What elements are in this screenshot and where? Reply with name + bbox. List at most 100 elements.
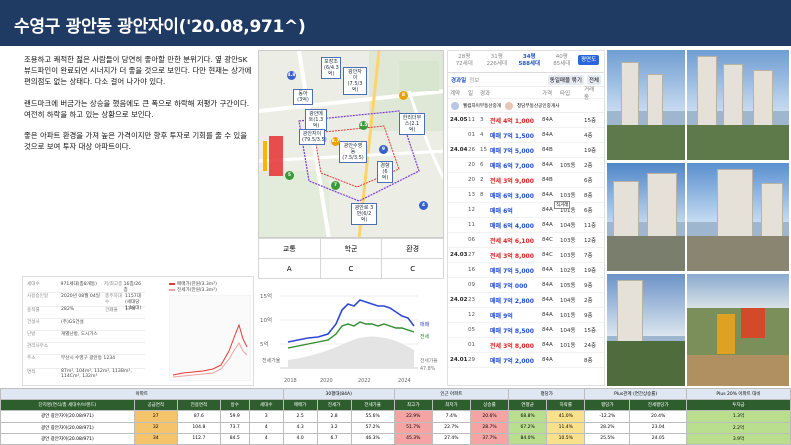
transaction-row[interactable]: 01 4 매매 7억 1,500 84A 4층 [448, 128, 604, 143]
column-header: 연평균 [508, 399, 548, 412]
transaction-row[interactable]: 24.03 27 전세 3억 8,000 84C 103동 7층 [448, 248, 604, 263]
map-pin-4[interactable]: 광안메트(1.3억) [305, 109, 327, 131]
area-tab-31[interactable]: 31평 226세대 [481, 51, 514, 72]
transaction-row[interactable]: 06 전세 4억 6,100 84C 103동 12층 [448, 233, 604, 248]
transaction-row[interactable]: 13 8 매매 6억 3,000 84A 103동 8층 [448, 188, 604, 203]
transaction-row[interactable]: 24.02 23 매매 7억 2,800 84A 104동 2층 [448, 293, 604, 308]
transaction-row[interactable]: 16 매매 7억 5,000 84A 102동 19층 [448, 263, 604, 278]
table-cell: 1.3억 [685, 410, 791, 423]
transaction-price: 전세 4억 6,100 [490, 237, 534, 245]
table-cell: 104.8 [176, 421, 221, 434]
transaction-floor: 15층 [584, 118, 597, 124]
map-marker[interactable]: 4.5 [359, 121, 368, 130]
transaction-day: 23 [468, 297, 475, 303]
table-cell: 6.7 [316, 432, 352, 445]
map-panel[interactable]: 포장조(6/4.3억) 광안자이(7.5/3억) 동아(3억) 광안메트(1.3… [258, 50, 444, 238]
map-marker[interactable]: 4 [419, 201, 428, 210]
transaction-row[interactable]: 09 매매 7억 000 84A 105동 9층 [448, 278, 604, 293]
transaction-day: 12 [468, 207, 475, 213]
floor-plan-button[interactable]: 평면도 [578, 55, 600, 65]
column-header: 단지명(연식/총 세대수/브랜드) [0, 399, 135, 412]
table-cell: 45.3% [393, 432, 433, 445]
mini-price-chart-plot [168, 294, 252, 382]
table-cell: 4 [248, 432, 284, 445]
ratio-value: 47.8% [420, 366, 436, 372]
map-marker[interactable]: 8 [399, 91, 408, 100]
transaction-building: 104동 [560, 328, 576, 334]
map-pin-2[interactable]: 광안자이(7.5/3억) [343, 67, 367, 95]
column-header-row: 단지명(연식/총 세대수/브랜드) 공급면적 전용면적 방수 세대수 매매가 전세가 전세가율… [0, 399, 791, 412]
transaction-elapsed: 4 [480, 132, 484, 138]
table-cell: 20.4% [629, 410, 687, 423]
transaction-type: 84A [542, 117, 553, 123]
transaction-type: 84C [542, 252, 553, 258]
transaction-row[interactable]: 05 매매 7억 8,500 84A 104동 15층 [448, 323, 604, 338]
transaction-price: 전세 4억 1,000 [490, 117, 534, 125]
transaction-type: 84B [542, 147, 553, 153]
transaction-row[interactable]: 11 매매 6억 4,000 84A 104동 11층 [448, 218, 604, 233]
transaction-row[interactable]: 12 매매 6억 84A 101동 6층 직거래 [448, 201, 604, 218]
filter-all-button[interactable]: 전체 [586, 74, 601, 85]
page-title: 수영구 광안동 광안자이('20.08,971^) [14, 17, 306, 37]
table-cell: 2.8 [316, 410, 352, 423]
area-tab-40[interactable]: 40평 85세대 [546, 51, 579, 72]
map-pin-5[interactable]: 광안자이(79.5/3.5) [299, 129, 327, 145]
transaction-type: 84A [542, 342, 553, 348]
transaction-building: 103동 [560, 238, 576, 244]
mini-price-chart: 매매가(만원/3.3m²) 전세가(만원/3.3m²) [168, 281, 252, 382]
table-cell: 3.2 [316, 421, 352, 434]
transaction-month: 24.01 [450, 357, 468, 363]
transaction-building: 104동 [560, 298, 576, 304]
table-cell: 2.5 [282, 410, 318, 423]
table-cell: 84.5 [219, 432, 250, 445]
transaction-price: 전세 3억 8,000 [490, 342, 534, 350]
table-row: 광안 광안자이(20.08/971) 27 87.6 59.9 3 2.5 2.8 55.6%… [0, 410, 791, 423]
map-marker[interactable]: 4.8 [287, 71, 296, 80]
transaction-type: 84A [542, 357, 553, 363]
transaction-day: 20 [468, 177, 475, 183]
subtab-info[interactable]: 정보 [469, 76, 479, 84]
transaction-row[interactable]: 01 전세 3억 8,000 84A 101동 24층 [448, 338, 604, 353]
transaction-building: 103동 [560, 253, 576, 259]
transaction-row[interactable]: 12 매매 9억 84A 101동 9층 [448, 308, 604, 323]
x-tick: 2024 [398, 378, 411, 384]
map-pin-9[interactable]: 광안로 3번(6/2억) [351, 203, 377, 225]
table-cell: 34 [133, 432, 178, 445]
grade-table: 교통 학군 환경 A C C [258, 238, 444, 279]
area-tab-28[interactable]: 28평 72세대 [448, 51, 481, 72]
map-pin-8[interactable]: 경향(6억) [377, 161, 393, 183]
map-marker[interactable]: 9 [379, 145, 388, 154]
transaction-row[interactable]: 20 2 전세 3억 9,000 84B 6층 [448, 173, 604, 188]
map-pin-1[interactable]: 포장조(6/4.3억) [321, 57, 341, 79]
map-marker[interactable]: 5 [285, 171, 294, 180]
description-1: 조용하고 쾌적한 젊은 사람들이 당연히 좋아할 만한 분위기다. 옆 광안SK… [24, 55, 252, 86]
map-pin-6[interactable]: 광안수영동(7.5/3.5) [339, 141, 367, 163]
table-cell: 4.0 [282, 432, 318, 445]
transaction-month: 24.02 [450, 297, 468, 303]
transaction-row[interactable]: 24.04 26 15 매매 7억 5,000 84B 19층 [448, 143, 604, 158]
comparison-table: 아파트 30평대(84A) 인근 아파트 평당가 Plus관계 (연간상승률) … [0, 387, 791, 445]
map-marker[interactable]: 8.7 [331, 137, 340, 146]
transaction-elapsed: 6 [480, 162, 484, 168]
column-header: 평당가 [584, 399, 631, 412]
transaction-floor: 4층 [584, 133, 593, 139]
map-pin-3[interactable]: 동아(3억) [293, 89, 313, 105]
transaction-row[interactable]: 24.05 11 3 전세 4억 1,000 84A 15층 [448, 113, 604, 128]
group-listings-button[interactable]: 동일매물 묶기 [547, 74, 584, 85]
area-tab-34[interactable]: 34평 588세대 [513, 51, 546, 72]
grade-transport: A [258, 258, 321, 279]
map-pin-7[interactable]: 한리더무스(2.1억) [399, 113, 425, 135]
map-marker[interactable]: 7 [331, 181, 340, 190]
transaction-list-panel: 28평 72세대 31평 226세대 34평 588세대 40평 85세대 평면도 경과… [447, 50, 605, 386]
broker-name[interactable]: 청담부동산공인중개사 [517, 103, 559, 109]
transaction-price: 매매 6억 7,000 [490, 162, 534, 170]
table-cell: 23.04 [629, 421, 687, 434]
broker-row: 웰컴자이부동산중개 청담부동산공인중개사 [448, 99, 604, 113]
broker-name[interactable]: 웰컴자이부동산중개 [463, 103, 501, 109]
transaction-row[interactable]: 24.01 29 매매 7억 2,000 84A 8층 [448, 353, 604, 368]
x-tick: 2020 [320, 378, 333, 384]
transaction-row[interactable]: 20 6 매매 6억 7,000 84A 105동 2층 [448, 158, 604, 173]
grade-school: C [319, 258, 383, 279]
subtab-elapsed[interactable]: 경과일 [451, 76, 466, 84]
transaction-day: 01 [468, 132, 475, 138]
